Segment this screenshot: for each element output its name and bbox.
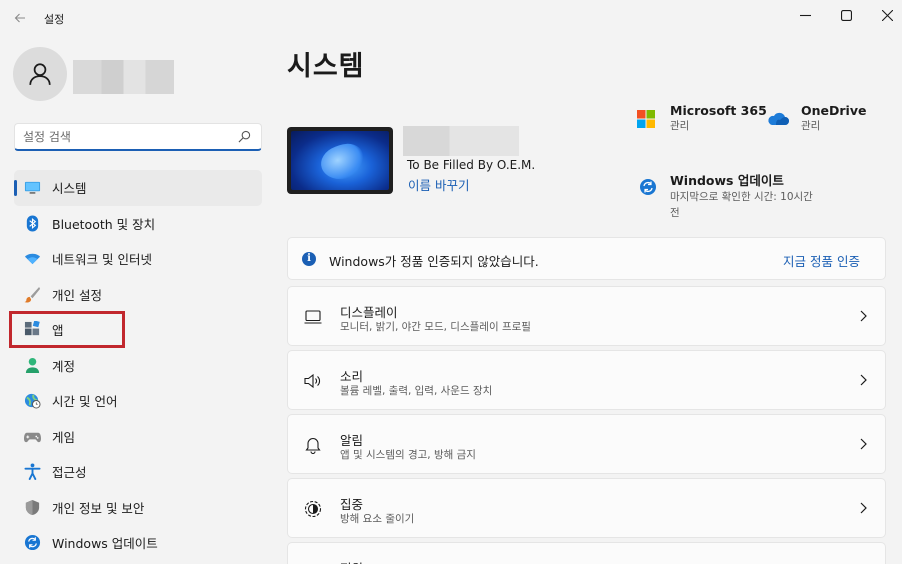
wallpaper-image	[291, 131, 389, 190]
card-subtitle: 방해 요소 줄이기	[340, 513, 415, 525]
minimize-button[interactable]	[782, 2, 828, 28]
quicklink-title: Windows 업데이트	[670, 173, 784, 188]
avatar[interactable]	[13, 47, 67, 101]
brush-icon	[24, 286, 41, 303]
card-sound[interactable]: 소리 볼륨 레벨, 출력, 입력, 사운드 장치	[287, 350, 886, 410]
card-subtitle: 앱 및 시스템의 경고, 방해 금지	[340, 449, 476, 461]
bluetooth-icon	[24, 215, 41, 232]
maximize-button[interactable]	[823, 2, 869, 28]
card-subtitle: 볼륨 레벨, 출력, 입력, 사운드 장치	[340, 385, 493, 397]
card-notifications[interactable]: 알림 앱 및 시스템의 경고, 방해 금지	[287, 414, 886, 474]
update-icon	[24, 534, 41, 551]
chevron-right-icon	[860, 438, 867, 450]
device-image	[287, 127, 393, 194]
card-focus[interactable]: 집중 방해 요소 줄이기	[287, 478, 886, 538]
card-display[interactable]: 디스플레이 모니터, 밝기, 야간 모드, 디스플레이 프로필	[287, 286, 886, 346]
maximize-icon	[840, 9, 852, 21]
sidebar-item-label: 시간 및 언어	[52, 394, 118, 410]
sidebar-item-label: 게임	[52, 429, 76, 445]
close-button[interactable]	[864, 2, 902, 28]
globe-clock-icon	[24, 392, 41, 409]
quicklink-sub: 관리	[801, 120, 821, 132]
quicklink-title: OneDrive	[801, 103, 867, 118]
sidebar-item-privacy-security[interactable]: 개인 정보 및 보안	[14, 490, 262, 526]
apps-icon	[24, 321, 41, 338]
device-model: To Be Filled By O.E.M.	[407, 158, 536, 172]
page-title: 시스템	[287, 51, 365, 82]
user-icon	[29, 63, 51, 85]
sidebar-item-label: 개인 정보 및 보안	[52, 500, 145, 516]
wifi-icon	[24, 250, 41, 267]
card-power[interactable]: 전원	[287, 542, 886, 564]
sidebar-item-time-language[interactable]: 시간 및 언어	[14, 383, 262, 419]
sidebar-item-label: Windows 업데이트	[52, 536, 158, 552]
sidebar-nav: 시스템 Bluetooth 및 장치 네트워크 및 인터넷 개인 설정 앱 계정	[14, 170, 262, 561]
profile-name-redacted	[73, 60, 174, 94]
windows-update-link[interactable]: Windows 업데이트 마지막으로 확인한 시간: 10시간 전	[670, 170, 813, 221]
onedrive-link[interactable]: OneDrive 관리	[801, 103, 866, 134]
sidebar-item-network[interactable]: 네트워크 및 인터넷	[14, 241, 262, 277]
info-icon: i	[302, 252, 316, 266]
banner-text: Windows가 정품 인증되지 않았습니다.	[329, 254, 539, 269]
accessibility-icon	[24, 463, 41, 481]
arrow-left-icon	[14, 13, 25, 23]
quicklink-sub: 관리	[670, 120, 690, 132]
account-icon	[24, 357, 41, 374]
chevron-right-icon	[860, 310, 867, 322]
rename-link[interactable]: 이름 바꾸기	[408, 175, 469, 194]
focus-icon	[304, 500, 322, 518]
chevron-right-icon	[860, 502, 867, 514]
sidebar-item-label: 계정	[52, 358, 76, 374]
quicklink-sub: 전	[670, 207, 680, 219]
sidebar-item-personalization[interactable]: 개인 설정	[14, 277, 262, 313]
sidebar-item-label: 시스템	[52, 181, 87, 197]
sidebar-item-windows-update[interactable]: Windows 업데이트	[14, 525, 262, 561]
sidebar-item-bluetooth[interactable]: Bluetooth 및 장치	[14, 206, 262, 242]
activation-banner: i Windows가 정품 인증되지 않았습니다. 지금 정품 인증	[287, 237, 886, 280]
sidebar-item-apps[interactable]: 앱	[14, 312, 262, 348]
sidebar-item-label: 접근성	[52, 465, 87, 481]
close-icon	[881, 9, 893, 21]
sidebar-item-label: 네트워크 및 인터넷	[52, 252, 152, 268]
sidebar-item-label: 앱	[52, 323, 64, 339]
bell-icon	[304, 436, 322, 455]
speaker-icon	[304, 372, 322, 390]
quicklink-sub: 마지막으로 확인한 시간: 10시간	[670, 191, 813, 203]
microsoft-365-icon	[637, 110, 655, 128]
card-subtitle: 모니터, 밝기, 야간 모드, 디스플레이 프로필	[340, 321, 531, 333]
quicklink-title: Microsoft 365	[670, 103, 767, 118]
sidebar-item-gaming[interactable]: 게임	[14, 419, 262, 455]
activate-now-button[interactable]: 지금 정품 인증	[783, 251, 860, 270]
search-input[interactable]	[23, 128, 228, 146]
shield-icon	[24, 499, 41, 516]
microsoft-365-link[interactable]: Microsoft 365 관리	[670, 103, 767, 134]
search-icon[interactable]	[238, 130, 251, 143]
sidebar-item-system[interactable]: 시스템	[14, 170, 262, 206]
window-title: 설정	[44, 13, 65, 26]
back-button[interactable]	[10, 8, 30, 28]
windows-update-icon	[640, 179, 656, 195]
sidebar-item-accessibility[interactable]: 접근성	[14, 454, 262, 490]
card-title: 전원	[340, 558, 363, 564]
sidebar-item-accounts[interactable]: 계정	[14, 348, 262, 384]
chevron-right-icon	[860, 374, 867, 386]
minimize-icon	[799, 14, 811, 16]
onedrive-icon	[768, 112, 789, 125]
gamepad-icon	[24, 428, 41, 445]
sidebar-item-label: 개인 설정	[52, 287, 102, 303]
sidebar-item-label: Bluetooth 및 장치	[52, 216, 156, 232]
monitor-icon	[24, 179, 41, 196]
display-icon	[304, 308, 322, 326]
title-bar: 설정	[0, 0, 902, 36]
search-box[interactable]	[14, 123, 262, 151]
device-name-redacted	[403, 126, 519, 156]
